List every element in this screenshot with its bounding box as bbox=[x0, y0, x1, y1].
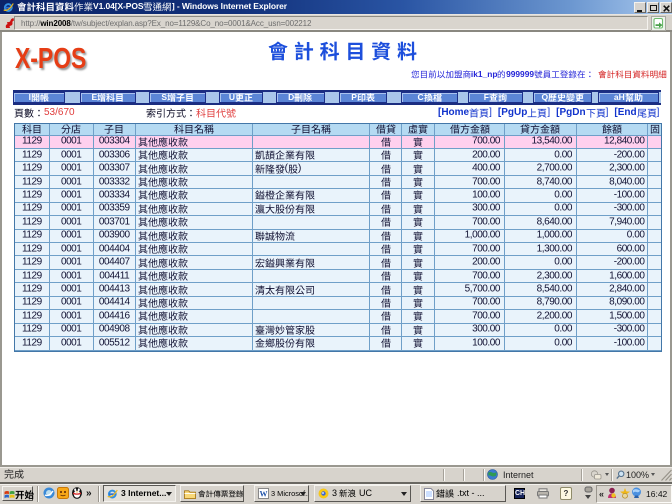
svg-text:W: W bbox=[260, 490, 268, 499]
